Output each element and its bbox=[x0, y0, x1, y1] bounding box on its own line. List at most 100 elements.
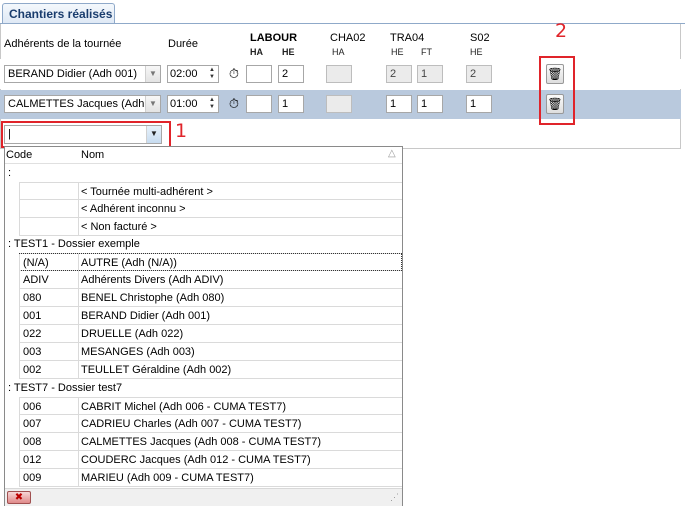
item-code: 002 bbox=[19, 361, 79, 379]
list-item[interactable]: < Adhérent inconnu > bbox=[19, 200, 402, 218]
item-code: 006 bbox=[19, 398, 79, 416]
s02-he-field[interactable]: 1 bbox=[466, 95, 492, 113]
duree-spinner[interactable]: 01:00 ▲ ▼ bbox=[167, 95, 219, 113]
duree-value: 02:00 bbox=[170, 68, 198, 80]
item-code bbox=[19, 218, 79, 236]
list-item[interactable]: 009 MARIEU (Adh 009 - CUMA TEST7) bbox=[19, 469, 402, 487]
header-s02-he: HE bbox=[470, 47, 483, 57]
cha02-ha-field bbox=[326, 95, 352, 113]
list-item[interactable]: 007 CADRIEU Charles (Adh 007 - CUMA TEST7… bbox=[19, 415, 402, 433]
header-cha02-ha: HA bbox=[332, 47, 345, 57]
stopwatch-icon[interactable]: ⏱ bbox=[226, 66, 242, 82]
adherent-dropdown-list[interactable]: Code Nom △ : < Tournée multi-adhérent > … bbox=[4, 146, 403, 506]
header-tra04: TRA04 bbox=[390, 32, 425, 44]
spin-up-icon[interactable]: ▲ bbox=[207, 97, 217, 104]
item-code: 080 bbox=[19, 289, 79, 307]
annotation-box-1 bbox=[1, 121, 171, 148]
stopwatch-icon[interactable]: ⏱ bbox=[226, 96, 242, 112]
list-item[interactable]: < Non facturé > bbox=[19, 218, 402, 236]
list-item[interactable]: (N/A) AUTRE (Adh (N/A)) bbox=[19, 253, 402, 272]
list-item[interactable]: < Tournée multi-adhérent > bbox=[19, 182, 402, 201]
group-header: : bbox=[8, 167, 12, 179]
item-name: MESANGES (Adh 003) bbox=[81, 346, 195, 358]
duree-spinner[interactable]: 02:00 ▲ ▼ bbox=[167, 65, 219, 83]
list-item[interactable]: 022 DRUELLE (Adh 022) bbox=[19, 325, 402, 343]
tra04-he-field[interactable]: 1 bbox=[386, 95, 412, 113]
list-item[interactable]: 012 COUDERC Jacques (Adh 012 - CUMA TEST7… bbox=[19, 451, 402, 469]
item-code: 012 bbox=[19, 451, 79, 469]
adherent-select-value: CALMETTES Jacques (Adh 00 bbox=[8, 98, 160, 110]
list-item[interactable]: 006 CABRIT Michel (Adh 006 - CUMA TEST7) bbox=[19, 397, 402, 416]
dropdown-header: Code Nom △ bbox=[5, 147, 402, 164]
tra04-ft-field: 1 bbox=[417, 65, 443, 83]
adherent-select[interactable]: CALMETTES Jacques (Adh 00 ▼ bbox=[4, 95, 161, 113]
header-labour-ha: HA bbox=[250, 47, 263, 57]
item-name: COUDERC Jacques (Adh 012 - CUMA TEST7) bbox=[81, 454, 311, 466]
s02-he-field: 2 bbox=[466, 65, 492, 83]
annotation-box-2 bbox=[539, 56, 575, 125]
item-code: (N/A) bbox=[19, 254, 79, 272]
item-name: BENEL Christophe (Adh 080) bbox=[81, 292, 225, 304]
group-header: : TEST1 - Dossier exemple bbox=[8, 238, 140, 250]
item-name: < Adhérent inconnu > bbox=[81, 203, 186, 215]
labour-ha-field[interactable] bbox=[246, 95, 272, 113]
annotation-number-1: 1 bbox=[175, 120, 188, 142]
item-name: TEULLET Géraldine (Adh 002) bbox=[81, 364, 232, 376]
header-cha02: CHA02 bbox=[330, 32, 366, 44]
list-item[interactable]: 002 TEULLET Géraldine (Adh 002) bbox=[19, 361, 402, 379]
header-tra04-ft: FT bbox=[421, 47, 432, 57]
item-name: AUTRE (Adh (N/A)) bbox=[81, 257, 177, 269]
spin-down-icon[interactable]: ▼ bbox=[207, 74, 217, 81]
chevron-down-icon[interactable]: ▼ bbox=[145, 96, 160, 112]
adherent-select-value: BERAND Didier (Adh 001) bbox=[8, 68, 137, 80]
dropdown-footer: ✖ ⋰ bbox=[5, 488, 402, 506]
item-name: DRUELLE (Adh 022) bbox=[81, 328, 184, 340]
group-header: : TEST7 - Dossier test7 bbox=[8, 382, 123, 394]
tra04-ft-field[interactable]: 1 bbox=[417, 95, 443, 113]
cha02-ha-field bbox=[326, 65, 352, 83]
close-icon: ✖ bbox=[14, 492, 24, 503]
item-code: 008 bbox=[19, 433, 79, 451]
item-code: ADIV bbox=[19, 271, 79, 289]
resize-grip-icon[interactable]: ⋰ bbox=[390, 492, 399, 503]
item-name: Adhérents Divers (Adh ADIV) bbox=[81, 274, 224, 286]
labour-ha-field[interactable] bbox=[246, 65, 272, 83]
header-duree: Durée bbox=[168, 38, 198, 50]
item-code: 022 bbox=[19, 325, 79, 343]
item-code: 007 bbox=[19, 415, 79, 433]
list-item[interactable]: 080 BENEL Christophe (Adh 080) bbox=[19, 289, 402, 307]
item-code: 009 bbox=[19, 469, 79, 487]
item-name: < Non facturé > bbox=[81, 221, 157, 233]
item-code: 003 bbox=[19, 343, 79, 361]
item-code: 001 bbox=[19, 307, 79, 325]
item-name: CALMETTES Jacques (Adh 008 - CUMA TEST7) bbox=[81, 436, 322, 448]
list-item[interactable]: ADIV Adhérents Divers (Adh ADIV) bbox=[19, 271, 402, 289]
header-labour-he: HE bbox=[282, 47, 295, 57]
labour-he-field[interactable]: 2 bbox=[278, 65, 304, 83]
spin-down-icon[interactable]: ▼ bbox=[207, 104, 217, 111]
close-dropdown-button[interactable]: ✖ bbox=[7, 491, 31, 504]
item-name: MARIEU (Adh 009 - CUMA TEST7) bbox=[81, 472, 254, 484]
list-item[interactable]: 008 CALMETTES Jacques (Adh 008 - CUMA TES… bbox=[19, 433, 402, 451]
tra04-he-field: 2 bbox=[386, 65, 412, 83]
list-item[interactable]: 003 MESANGES (Adh 003) bbox=[19, 343, 402, 361]
adherent-select[interactable]: BERAND Didier (Adh 001) ▼ bbox=[4, 65, 161, 83]
header-adherents: Adhérents de la tournée bbox=[4, 38, 122, 50]
list-item[interactable]: 001 BERAND Didier (Adh 001) bbox=[19, 307, 402, 325]
item-code bbox=[19, 200, 79, 218]
duree-value: 01:00 bbox=[170, 98, 198, 110]
sort-up-icon[interactable]: △ bbox=[388, 148, 396, 159]
column-header-code[interactable]: Code bbox=[6, 149, 32, 161]
spin-up-icon[interactable]: ▲ bbox=[207, 67, 217, 74]
column-header-nom[interactable]: Nom bbox=[81, 149, 104, 161]
header-labour: LABOUR bbox=[250, 32, 298, 44]
item-name: < Tournée multi-adhérent > bbox=[81, 186, 213, 198]
tab-chantiers-realises[interactable]: Chantiers réalisés bbox=[2, 3, 115, 23]
item-name: CADRIEU Charles (Adh 007 - CUMA TEST7) bbox=[81, 418, 302, 430]
item-name: BERAND Didier (Adh 001) bbox=[81, 310, 210, 322]
labour-he-field[interactable]: 1 bbox=[278, 95, 304, 113]
item-name: CABRIT Michel (Adh 006 - CUMA TEST7) bbox=[81, 401, 286, 413]
annotation-number-2: 2 bbox=[555, 20, 568, 42]
header-tra04-he: HE bbox=[391, 47, 404, 57]
chevron-down-icon[interactable]: ▼ bbox=[145, 66, 160, 82]
